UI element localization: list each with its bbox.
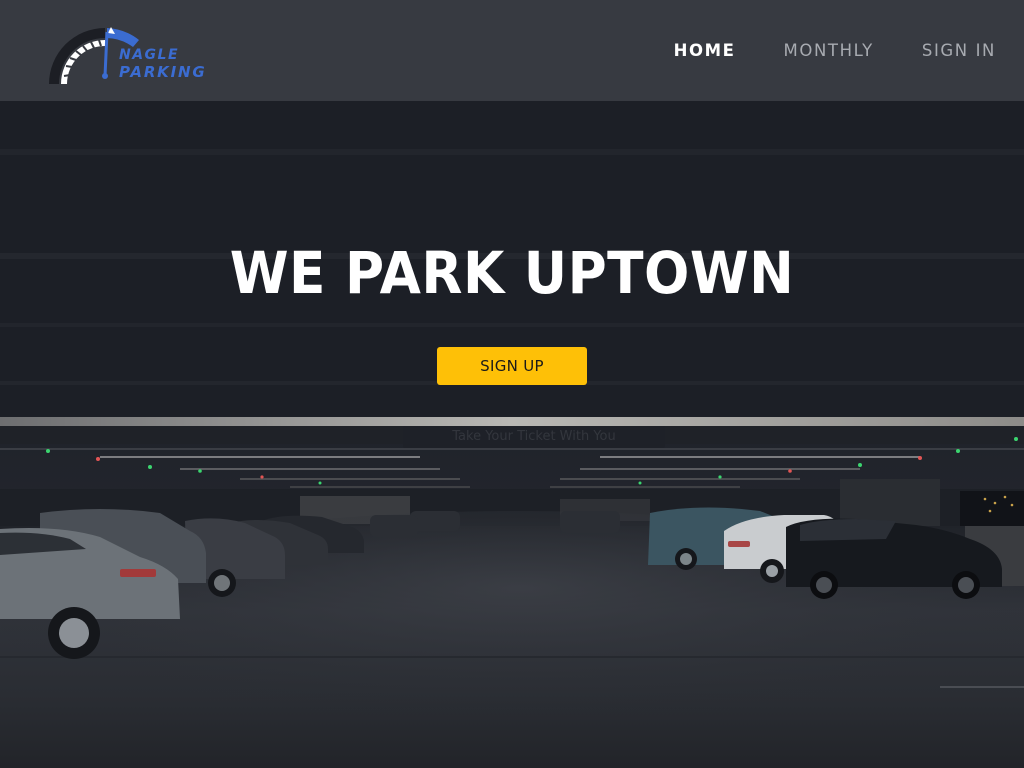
nav-item-monthly[interactable]: MONTHLY [784,40,874,62]
sign-up-button[interactable]: SIGN UP [437,347,587,385]
brand-line-1: NAGLE [119,47,180,63]
nav-item-sign-in[interactable]: SIGN IN [922,40,996,62]
brand-line-2: PARKING [119,63,207,81]
brand-wordmark: NAGLE PARKING [119,47,206,81]
ticket-sign: Take Your Ticket With You [403,426,665,448]
site-header: NAGLE PARKING HOME MONTHLY SIGN IN [0,0,1024,101]
hero-title: WE PARK UPTOWN [229,239,795,307]
hero-section: Take Your Ticket With You WE PARK UPTOWN… [0,101,1024,768]
brand-logo[interactable]: NAGLE PARKING [45,24,245,88]
nav-item-home[interactable]: HOME [674,40,736,62]
main-nav: HOME MONTHLY SIGN IN [674,40,996,62]
